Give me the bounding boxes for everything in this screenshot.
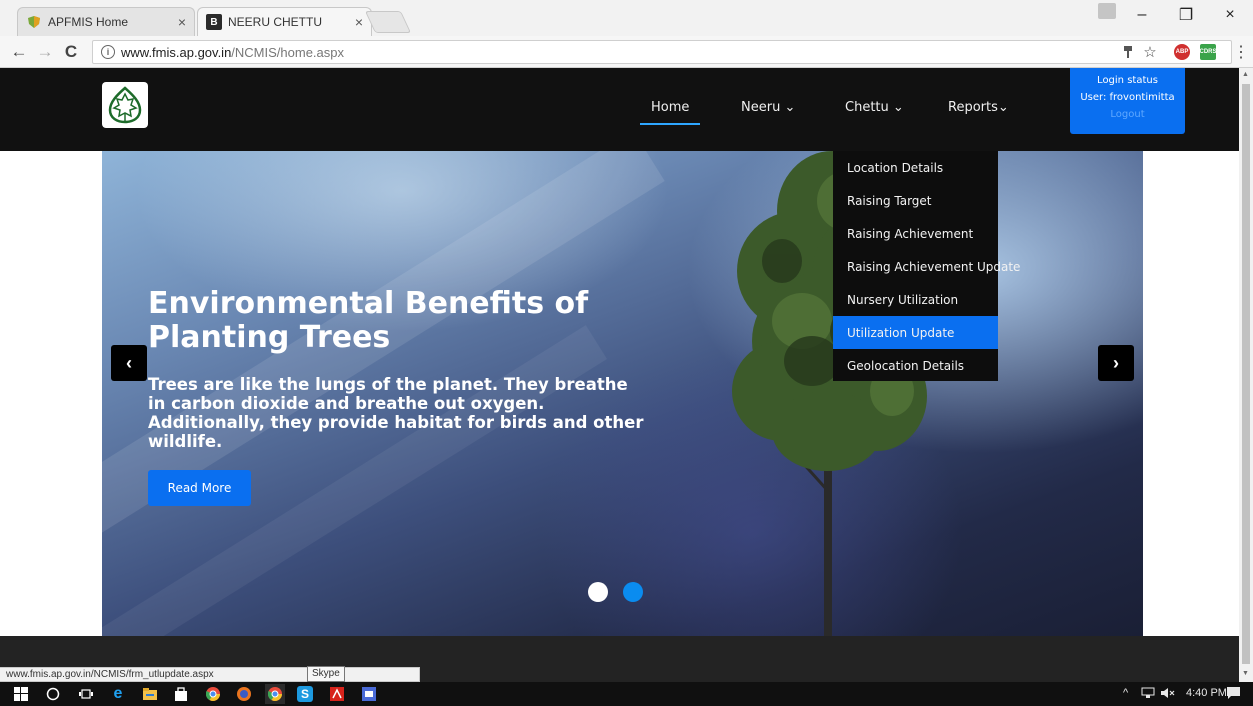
- dropdown-item-raising-achievement[interactable]: Raising Achievement: [833, 217, 998, 250]
- login-user-label: User: frovontimitta: [1080, 92, 1175, 103]
- dropdown-item-location-details[interactable]: Location Details: [833, 151, 998, 184]
- scroll-up-icon[interactable]: ▲: [1242, 71, 1249, 78]
- nav-neeru[interactable]: Neeru ⌄: [741, 100, 795, 115]
- reload-button[interactable]: C: [60, 41, 82, 63]
- carousel-dot-2[interactable]: [623, 582, 643, 602]
- extension-icon[interactable]: CDRS: [1200, 44, 1217, 60]
- tab-title: NEERU CHETTU: [228, 15, 323, 29]
- link-status-url: www.fmis.ap.gov.in/NCMIS/frm_utlupdate.a…: [0, 667, 420, 682]
- chettu-dropdown-menu: Location Details Raising Target Raising …: [833, 151, 1020, 382]
- firefox-icon[interactable]: [236, 686, 252, 702]
- chevron-down-icon: ⌄: [892, 100, 904, 115]
- tray-overflow-icon[interactable]: ^: [1123, 687, 1128, 699]
- dropdown-item-raising-achievement-update[interactable]: Raising Achievement Update: [833, 250, 1020, 283]
- profile-icon[interactable]: [1098, 3, 1116, 19]
- pdf-reader-icon[interactable]: [329, 686, 345, 702]
- nav-chettu[interactable]: Chettu ⌄: [845, 100, 904, 115]
- file-explorer-icon[interactable]: [142, 686, 158, 702]
- skype-tooltip: Skype: [307, 666, 345, 682]
- key-icon[interactable]: [1117, 41, 1139, 63]
- url-path: /NCMIS/home.aspx: [231, 44, 344, 60]
- hero-title: Environmental Benefits of Planting Trees: [148, 286, 589, 355]
- site-logo[interactable]: [102, 82, 148, 128]
- bookmark-star-icon[interactable]: ☆: [1139, 41, 1161, 63]
- info-icon[interactable]: i: [101, 45, 115, 59]
- nav-reports[interactable]: Reports⌄: [948, 100, 1009, 115]
- scrollbar-thumb[interactable]: [1242, 84, 1250, 664]
- skype-icon[interactable]: S: [297, 686, 313, 702]
- leaf-logo-icon: [108, 86, 142, 124]
- volume-muted-icon[interactable]: [1160, 687, 1176, 702]
- login-status-label: Login status: [1097, 75, 1158, 86]
- nav-chettu-label: Chettu: [845, 100, 889, 115]
- edge-browser-icon[interactable]: e: [110, 685, 126, 702]
- shield-favicon-icon: [26, 14, 42, 30]
- forward-button[interactable]: →: [34, 41, 56, 63]
- chrome-icon[interactable]: [205, 686, 221, 702]
- store-icon[interactable]: [173, 686, 189, 702]
- chrome-active-icon[interactable]: [265, 684, 285, 704]
- clock-time[interactable]: 4:40 PM: [1186, 687, 1227, 699]
- dropdown-item-nursery-utilization[interactable]: Nursery Utilization: [833, 283, 998, 316]
- site-header: Home Neeru ⌄ Chettu ⌄ Reports⌄ Login sta…: [0, 68, 1239, 151]
- search-icon[interactable]: [45, 686, 61, 702]
- url-host: www.fmis.ap.gov.in: [121, 44, 232, 60]
- scroll-down-icon[interactable]: ▼: [1242, 670, 1249, 677]
- nav-home-active-indicator: [640, 123, 700, 125]
- carousel-prev-button[interactable]: ‹: [111, 345, 147, 381]
- restore-button[interactable]: ❐: [1164, 0, 1208, 30]
- back-button[interactable]: ←: [8, 41, 30, 63]
- logout-link[interactable]: Logout: [1070, 106, 1185, 123]
- carousel-next-button[interactable]: ›: [1098, 345, 1134, 381]
- dropdown-item-raising-target[interactable]: Raising Target: [833, 184, 998, 217]
- tab-close-icon[interactable]: ×: [355, 14, 363, 30]
- minimize-button[interactable]: –: [1120, 0, 1164, 30]
- browser-toolbar: ← → C i www.fmis.ap.gov.in/NCMIS/home.as…: [0, 36, 1253, 68]
- hero-description: Trees are like the lungs of the planet. …: [148, 375, 644, 451]
- chevron-down-icon: ⌄: [784, 100, 796, 115]
- dropdown-item-geolocation-details[interactable]: Geolocation Details: [833, 349, 998, 382]
- task-view-icon[interactable]: [78, 686, 94, 702]
- action-center-icon[interactable]: [1227, 687, 1240, 702]
- dropdown-item-utilization-update[interactable]: Utilization Update: [833, 316, 998, 349]
- read-more-button[interactable]: Read More: [148, 470, 251, 506]
- address-bar[interactable]: i www.fmis.ap.gov.in/NCMIS/home.aspx: [92, 40, 1232, 64]
- nav-reports-label: Reports: [948, 100, 998, 115]
- chevron-down-icon: ⌄: [997, 100, 1009, 115]
- close-window-button[interactable]: ×: [1208, 0, 1252, 30]
- b-favicon-icon: B: [206, 14, 222, 30]
- windows-start-icon[interactable]: [13, 686, 29, 702]
- carousel-dot-1[interactable]: [588, 582, 608, 602]
- login-status-box: Login status User: frovontimitta Logout: [1070, 68, 1185, 134]
- network-icon[interactable]: [1141, 687, 1155, 702]
- tab-title: APFMIS Home: [48, 15, 129, 29]
- browser-menu-icon[interactable]: ⋮: [1230, 41, 1252, 63]
- tab-close-icon[interactable]: ×: [178, 14, 186, 30]
- browser-tab-strip: APFMIS Home × B NEERU CHETTU × – ❐ ×: [0, 0, 1253, 36]
- nav-home[interactable]: Home: [651, 100, 689, 115]
- windows-taskbar: e S ^ 4:40 PM: [0, 682, 1253, 706]
- page-scrollbar[interactable]: ▲ ▼: [1239, 68, 1253, 682]
- tab-neeru-chettu[interactable]: B NEERU CHETTU ×: [197, 7, 372, 36]
- web-page: Home Neeru ⌄ Chettu ⌄ Reports⌄ Login sta…: [0, 68, 1239, 682]
- adblock-extension-icon[interactable]: ABP: [1174, 44, 1190, 60]
- tab-apfmis-home[interactable]: APFMIS Home ×: [17, 7, 195, 36]
- nav-neeru-label: Neeru: [741, 100, 781, 115]
- app-icon[interactable]: [361, 686, 377, 702]
